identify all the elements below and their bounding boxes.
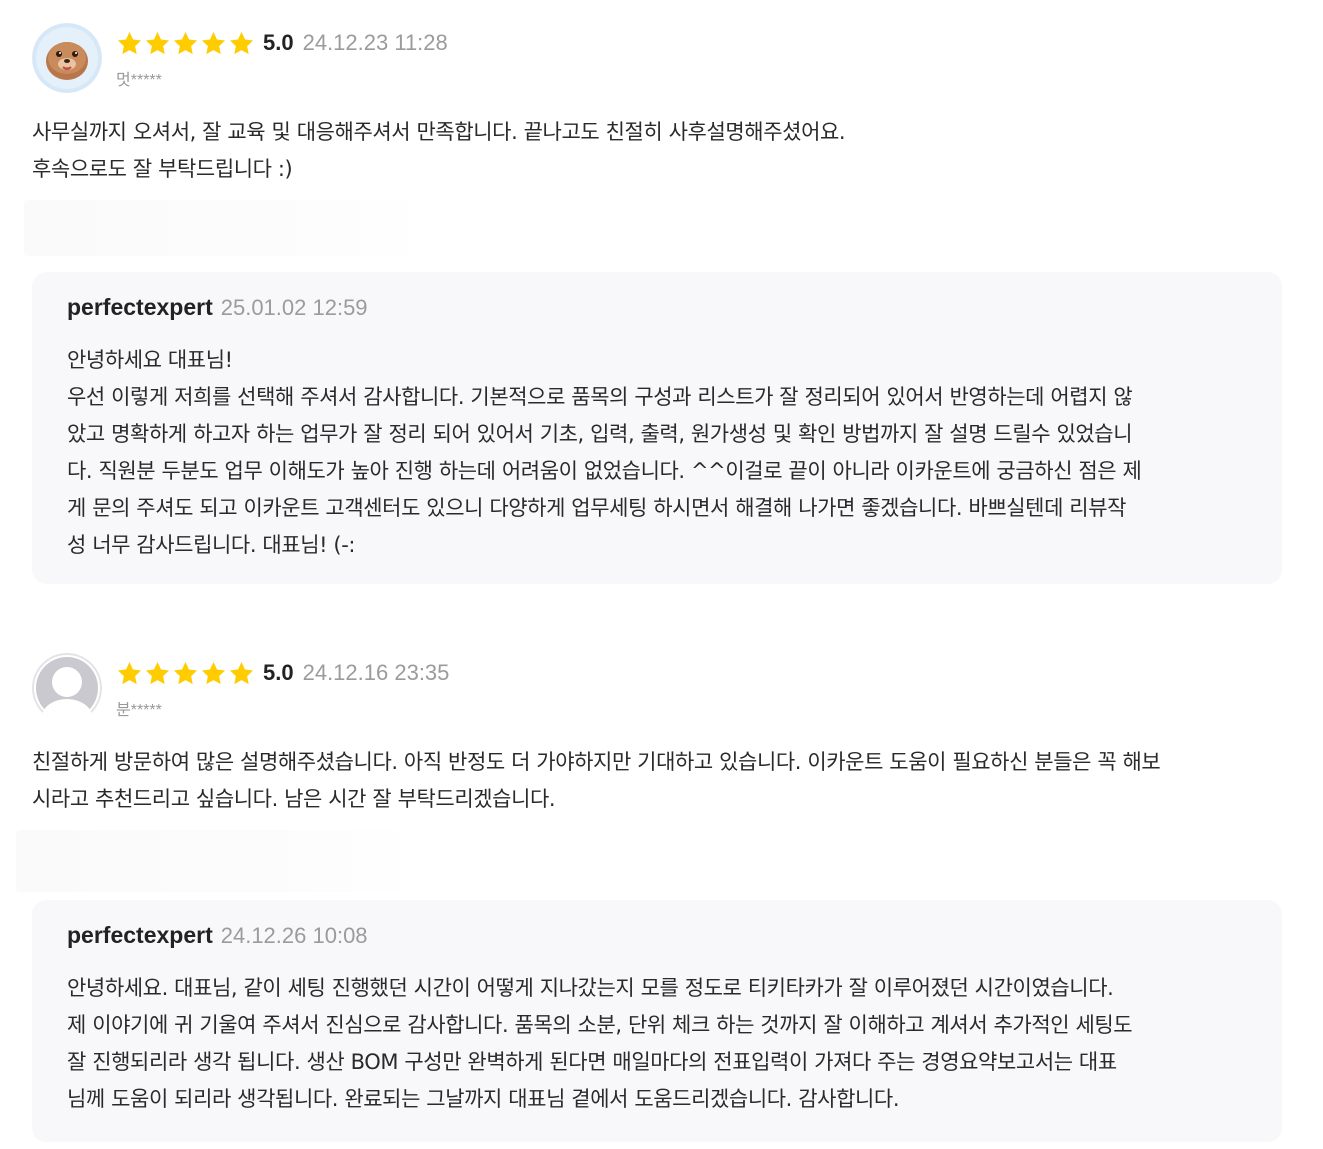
reply-header: perfectexpert 24.12.26 10:08 (67, 922, 368, 954)
reply-text-line: 우선 이렇게 저희를 선택해 주셔서 감사합니다. 기본적으로 품목의 구성과 … (67, 385, 1133, 409)
star-rating (116, 660, 255, 687)
review-image-placeholder (16, 830, 416, 892)
star-icon (200, 660, 227, 687)
review-date: 24.12.23 11:28 (302, 30, 448, 55)
review-text-line: 사무실까지 오셔서, 잘 교육 및 대응해주셔서 만족합니다. 끝나고도 친절히… (32, 120, 846, 144)
review-image-placeholder (24, 200, 426, 256)
reply-text-line: 안녕하세요. 대표님, 같이 세팅 진행했던 시간이 어떻게 지나갔는지 모를 … (67, 976, 1114, 1000)
reviewer-name: 멋***** (116, 72, 162, 89)
rating-row: 5.0 24.12.23 11:28 (116, 27, 448, 59)
rating-row: 5.0 24.12.16 23:35 (116, 657, 449, 689)
reply-text-line: 안녕하세요 대표님! (67, 348, 233, 372)
reply-text-line: 았고 명확하게 하고자 하는 업무가 잘 정리 되어 있어서 기초, 입력, 출… (67, 422, 1133, 446)
star-icon (144, 660, 171, 687)
star-icon (228, 30, 255, 57)
review-text-line: 후속으로도 잘 부탁드립니다 :) (32, 157, 293, 181)
reply-text-line: 제 이야기에 귀 기울여 주셔서 진심으로 감사합니다. 품목의 소분, 단위 … (67, 1013, 1133, 1037)
reply-text-line: 성 너무 감사드립니다. 대표님! (-: (67, 533, 356, 557)
reply-header: perfectexpert 25.01.02 12:59 (67, 294, 368, 326)
star-icon (228, 660, 255, 687)
rating-score: 5.0 (263, 30, 294, 55)
reviewer-name: 분***** (116, 702, 162, 719)
reply-author: perfectexpert (67, 922, 213, 948)
review-body: 친절하게 방문하여 많은 설명해주셨습니다. 아직 반정도 더 가야하지만 기대… (32, 744, 1292, 818)
reply-text-line: 잘 진행되리라 생각 됩니다. 생산 BOM 구성만 완벽하게 된다면 매일마다… (67, 1050, 1117, 1074)
star-icon (116, 30, 143, 57)
reply-body: 안녕하세요. 대표님, 같이 세팅 진행했던 시간이 어떻게 지나갔는지 모를 … (67, 970, 1257, 1118)
review-text-line: 친절하게 방문하여 많은 설명해주셨습니다. 아직 반정도 더 가야하지만 기대… (32, 750, 1161, 774)
reply-date: 24.12.26 10:08 (220, 923, 368, 948)
reply-text-line: 다. 직원분 두분도 업무 이해도가 높아 진행 하는데 어려움이 없었습니다.… (67, 459, 1142, 483)
review-text-line: 시라고 추천드리고 싶습니다. 남은 시간 잘 부탁드리겠습니다. (32, 787, 556, 811)
star-icon (200, 30, 227, 57)
seller-reply: perfectexpert 25.01.02 12:59 안녕하세요 대표님! … (32, 272, 1282, 584)
star-icon (172, 30, 199, 57)
reply-date: 25.01.02 12:59 (220, 295, 368, 320)
star-icon (116, 660, 143, 687)
reply-author: perfectexpert (67, 294, 213, 320)
review-body: 사무실까지 오셔서, 잘 교육 및 대응해주셔서 만족합니다. 끝나고도 친절히… (32, 114, 1292, 188)
star-rating (116, 30, 255, 57)
reply-text-line: 님께 도움이 되리라 생각됩니다. 완료되는 그날까지 대표님 곁에서 도움드리… (67, 1087, 900, 1111)
seller-reply: perfectexpert 24.12.26 10:08 안녕하세요. 대표님,… (32, 900, 1282, 1142)
seal-avatar-icon[interactable] (32, 23, 102, 93)
reply-body: 안녕하세요 대표님! 우선 이렇게 저희를 선택해 주셔서 감사합니다. 기본적… (67, 342, 1257, 564)
reply-text-line: 게 문의 주셔도 되고 이카운트 고객센터도 있으니 다양하게 업무세팅 하시면… (67, 496, 1127, 520)
default-user-avatar-icon[interactable] (32, 653, 102, 723)
star-icon (144, 30, 171, 57)
review-date: 24.12.16 23:35 (302, 660, 450, 685)
star-icon (172, 660, 199, 687)
rating-score: 5.0 (263, 660, 294, 685)
